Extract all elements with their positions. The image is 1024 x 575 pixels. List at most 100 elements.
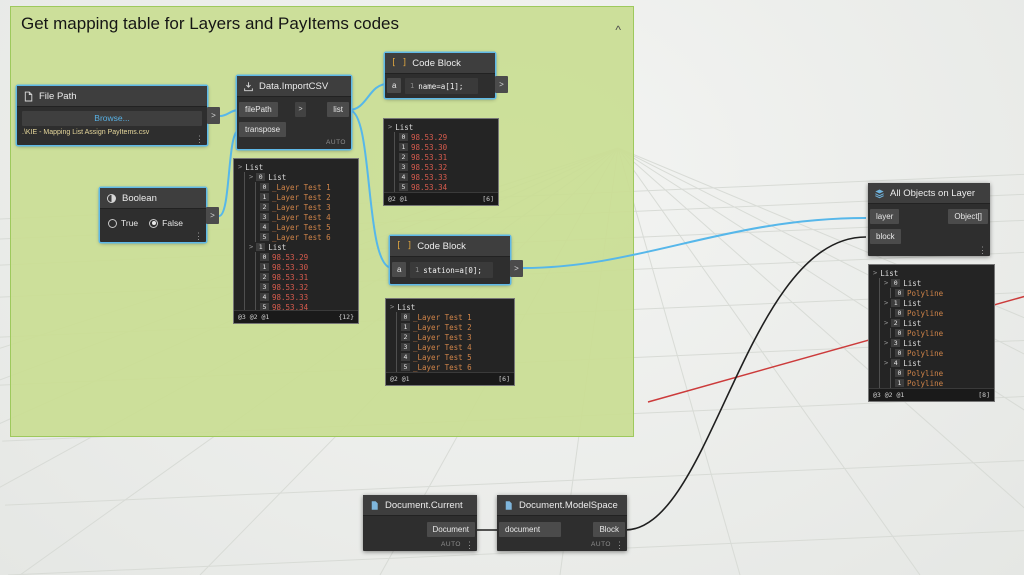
expand-caret[interactable]: > [884,339,888,347]
list-item: 0 Polyline [895,328,990,338]
node-data-importcsv[interactable]: Data.ImportCSV filePath > list transpose… [237,76,351,149]
expand-caret[interactable]: > [884,319,888,327]
node-header[interactable]: Data.ImportCSV [237,76,351,97]
list-item: 0 _Layer Test 1 [260,182,354,192]
layers-icon [875,188,884,198]
input-port-transpose[interactable]: transpose [239,122,287,137]
radio-false[interactable] [149,218,159,228]
input-port-filepath[interactable]: filePath [239,102,278,117]
code-editor[interactable]: 1 name=a[1]; [405,78,478,94]
lacing-levels[interactable]: @3 @2 @1 [238,313,269,321]
list-item: 2 98.53.31 [260,272,354,282]
node-document-current[interactable]: Document.Current Document AUTO ⋮ [363,495,477,551]
node-header[interactable]: [ ] Code Block [385,53,495,74]
input-port-layer[interactable]: layer [870,209,900,224]
expand-caret[interactable]: > [249,173,253,181]
lacing-label[interactable]: AUTO [441,541,461,548]
browse-button[interactable]: Browse... [22,111,202,126]
index-badge: 0 [895,289,904,297]
code-editor[interactable]: 1 station=a[0]; [410,262,493,278]
input-port-block[interactable]: block [870,229,901,244]
index-badge: 2 [401,333,410,341]
list-item: 5 98.53.34 [399,182,494,192]
radio-false-label[interactable]: False [162,218,183,228]
preview-all-objects[interactable]: > List >0 List 0 Polyline >1 List 0 Polyline … [868,264,995,402]
lacing-levels[interactable]: @2 @1 [390,375,410,383]
wire-codeblock-to-layer[interactable] [522,217,867,269]
expand-caret[interactable]: > [249,243,253,251]
node-header[interactable]: Document.Current [363,495,477,516]
item-value: _Layer Test 2 [413,322,472,332]
node-menu-dots[interactable]: ⋮ [465,541,474,550]
code-block-output-port[interactable]: > [495,76,508,93]
boolean-output-port[interactable]: > [206,207,219,224]
code-text: name=a[1]; [418,81,464,91]
index-badge: 4 [260,223,269,231]
output-port-block[interactable]: Block [593,522,625,537]
input-port-a[interactable]: a [392,262,407,277]
dynamo-workspace-canvas[interactable]: Get mapping table for Layers and PayItem… [0,0,1024,575]
index-badge: 0 [895,349,904,357]
preview-code-block-station[interactable]: > List 0 _Layer Test 1 1 _Layer Test 2 2 _La… [385,298,515,386]
item-count: [6] [498,375,510,383]
list-label: List [395,122,414,132]
index-badge: 0 [895,309,904,317]
output-port-list[interactable]: list [327,102,349,117]
node-document-modelspace[interactable]: Document.ModelSpace document Block AUTO … [497,495,627,551]
item-value: Polyline [907,308,944,318]
code-line-number: 1 [415,266,420,274]
code-block-output-port[interactable]: > [510,260,523,277]
list-item: 4 _Layer Test 5 [401,352,510,362]
file-path-output-port[interactable]: > [207,107,220,124]
index-badge: 3 [260,283,269,291]
node-header[interactable]: All Objects on Layer [868,183,990,204]
input-port-a[interactable]: a [387,78,402,93]
radio-true[interactable] [108,218,117,228]
default-value-arrow[interactable]: > [295,102,306,117]
lacing-label[interactable]: AUTO [591,541,611,548]
index-badge: 2 [891,319,901,327]
lacing-levels[interactable]: @2 @1 [388,195,408,203]
node-code-block-station[interactable]: [ ] Code Block a 1 station=a[0]; > [390,236,523,284]
node-header[interactable]: File Path [17,86,207,107]
expand-caret[interactable]: > [884,359,888,367]
lacing-levels[interactable]: @3 @2 @1 [873,391,904,399]
expand-caret[interactable]: > [884,299,888,307]
node-code-block-name[interactable]: [ ] Code Block a 1 name=a[1]; > [385,53,508,98]
expand-caret[interactable]: > [390,303,394,311]
node-menu-dots[interactable]: ⋮ [978,246,987,255]
node-boolean[interactable]: Boolean True False > ⋮ [100,188,219,242]
lacing-label[interactable]: AUTO [326,139,346,146]
list-item: 1 98.53.30 [399,142,494,152]
preview-group-row: >3 List [884,338,990,348]
node-header[interactable]: [ ] Code Block [390,236,510,257]
index-badge: 4 [399,173,408,181]
preview-importcsv-output[interactable]: > List >0 List 0 _Layer Test 1 1 _Layer Test… [233,158,359,324]
port-label: Block [599,525,619,534]
list-item: 3 98.53.32 [399,162,494,172]
port-arrow: > [499,80,504,89]
wire-list-to-codeblock-name[interactable] [348,83,388,111]
node-all-objects-on-layer[interactable]: All Objects on Layer layer block Object[… [868,183,990,256]
preview-code-block-name[interactable]: > List 0 98.53.29 1 98.53.30 2 98.53.31 3 98.… [383,118,499,206]
node-menu-dots[interactable]: ⋮ [615,541,624,550]
node-header[interactable]: Boolean [100,188,206,209]
output-port-object[interactable]: Object[] [948,209,988,224]
list-item: 2 98.53.31 [399,152,494,162]
node-menu-dots[interactable]: ⋮ [195,135,204,144]
expand-caret[interactable]: > [388,123,392,131]
radio-true-label[interactable]: True [121,218,138,228]
index-badge: 3 [260,213,269,221]
wire-block-to-allobjects[interactable] [624,236,867,531]
node-file-path[interactable]: File Path Browse... .\KIE - Mapping List… [17,86,220,145]
list-item: 3 98.53.32 [260,282,354,292]
expand-caret[interactable]: > [238,163,242,171]
expand-caret[interactable]: > [884,279,888,287]
node-header[interactable]: Document.ModelSpace [497,495,627,516]
node-menu-dots[interactable]: ⋮ [194,232,203,241]
output-port-document[interactable]: Document [426,522,475,537]
preview-root-row: > List [238,162,354,172]
index-badge: 0 [895,369,904,377]
input-port-document[interactable]: document [499,522,561,537]
expand-caret[interactable]: > [873,269,877,277]
